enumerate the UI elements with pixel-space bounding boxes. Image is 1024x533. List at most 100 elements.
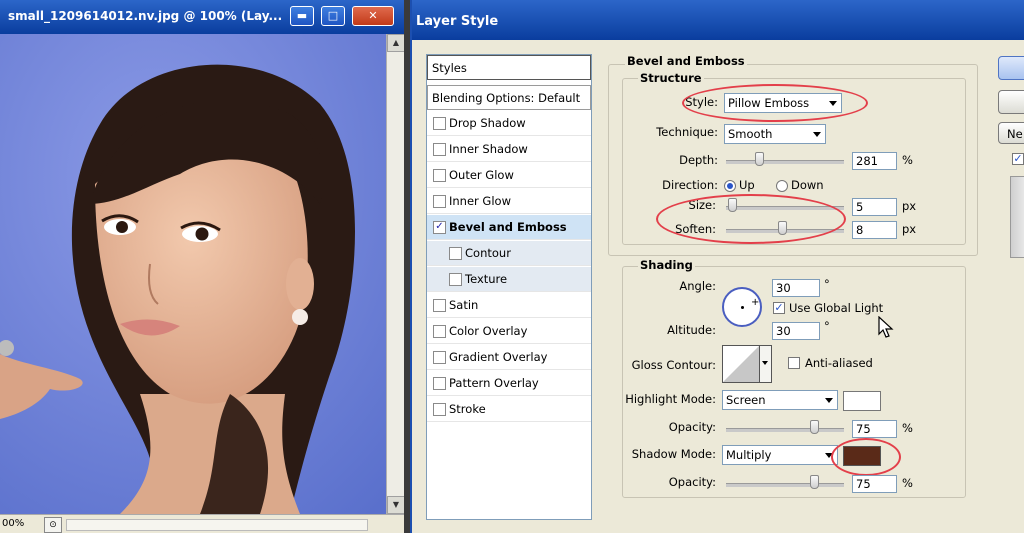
close-button[interactable]: ✕ [352,6,394,26]
horizontal-scrollbar[interactable] [66,519,368,531]
structure-title: Structure [638,71,704,85]
image-canvas[interactable] [0,34,386,514]
bevel-emboss-title: Bevel and Emboss [625,54,747,68]
style-item-texture[interactable]: Texture [427,267,591,292]
style-item-satin[interactable]: Satin [427,293,591,318]
maximize-button[interactable]: □ [321,6,345,26]
minimize-button[interactable]: ▬ [290,6,314,26]
direction-down-label: Down [791,178,824,192]
angle-unit: ° [824,277,830,291]
style-item-label: Stroke [449,402,486,416]
vertical-scrollbar[interactable]: ▲ ▼ [386,34,404,514]
angle-input[interactable]: 30 [772,279,820,297]
cancel-button[interactable] [998,90,1024,114]
style-item-checkbox[interactable] [433,351,446,364]
size-input[interactable]: 5 [852,198,897,216]
soften-slider-thumb[interactable] [778,221,787,235]
depth-slider-track[interactable] [726,160,844,164]
shadow-color-swatch[interactable] [843,446,881,466]
soften-unit: px [902,222,917,236]
shadow-opacity-input[interactable]: 75 [852,475,897,493]
style-item-pattern-overlay[interactable]: Pattern Overlay [427,371,591,396]
shadow-opacity-thumb[interactable] [810,475,819,489]
technique-label: Technique: [656,125,718,139]
gloss-contour-picker[interactable] [722,345,772,383]
technique-dropdown[interactable]: Smooth [724,124,826,144]
status-menu-icon[interactable]: ⊙ [44,517,62,533]
scroll-down-icon[interactable]: ▼ [387,496,404,514]
anti-aliased-label: Anti-aliased [805,356,873,370]
image-window-titlebar[interactable]: small_1209614012.nv.jpg @ 100% (Lay... ▬… [0,0,404,34]
shadow-mode-dropdown[interactable]: Multiply [722,445,838,465]
size-slider-track[interactable] [726,206,844,210]
new-style-button-label: Ne [1007,127,1023,141]
style-item-checkbox[interactable]: ✓ [433,221,446,234]
styles-header-label: Styles [432,61,467,75]
highlight-opacity-track[interactable] [726,428,844,432]
highlight-mode-label: Highlight Mode: [625,392,716,406]
style-item-inner-glow[interactable]: Inner Glow [427,189,591,214]
style-item-label: Texture [465,272,508,286]
chevron-down-icon [762,361,768,365]
style-dropdown[interactable]: Pillow Emboss [724,93,842,113]
style-item-stroke[interactable]: Stroke [427,397,591,422]
angle-dial-center [741,306,744,309]
style-item-color-overlay[interactable]: Color Overlay [427,319,591,344]
style-item-checkbox[interactable] [449,273,462,286]
highlight-opacity-thumb[interactable] [810,420,819,434]
style-item-label: Pattern Overlay [449,376,539,390]
highlight-color-swatch[interactable] [843,391,881,411]
highlight-mode-dropdown[interactable]: Screen [722,390,838,410]
style-item-checkbox[interactable] [433,325,446,338]
soften-label: Soften: [675,222,716,236]
style-item-label: Inner Shadow [449,142,528,156]
zoom-level[interactable]: 00% [2,518,24,529]
style-item-drop-shadow[interactable]: Drop Shadow [427,111,591,136]
preview-checkbox[interactable]: ✓ [1012,153,1024,165]
direction-down-radio[interactable] [776,180,788,192]
depth-input[interactable]: 281 [852,152,897,170]
style-item-label: Gradient Overlay [449,350,548,364]
highlight-opacity-input[interactable]: 75 [852,420,897,438]
soften-input[interactable]: 8 [852,221,897,239]
depth-slider-thumb[interactable] [755,152,764,166]
highlight-mode-value: Screen [726,393,766,407]
depth-label: Depth: [679,153,718,167]
style-item-checkbox[interactable] [433,299,446,312]
style-item-label: Outer Glow [449,168,514,182]
shadow-opacity-track[interactable] [726,483,844,487]
style-item-checkbox[interactable] [433,195,446,208]
depth-unit: % [902,153,913,167]
preview-thumbnail [1010,176,1024,258]
style-item-checkbox[interactable] [433,377,446,390]
style-label: Style: [685,95,718,109]
contour-preview-icon [723,346,759,382]
altitude-input[interactable]: 30 [772,322,820,340]
use-global-light-checkbox[interactable]: ✓ [773,302,785,314]
styles-header[interactable]: Styles [427,55,591,80]
style-item-checkbox[interactable] [449,247,462,260]
gloss-contour-dropdown[interactable] [759,346,771,382]
size-slider-thumb[interactable] [728,198,737,212]
style-item-outer-glow[interactable]: Outer Glow [427,163,591,188]
style-item-bevel-and-emboss[interactable]: ✓ Bevel and Emboss [427,215,591,240]
blending-options-item[interactable]: Blending Options: Default [427,85,591,110]
style-item-contour[interactable]: Contour [427,241,591,266]
anti-aliased-checkbox[interactable] [788,357,800,369]
scroll-up-icon[interactable]: ▲ [387,34,404,52]
style-item-checkbox[interactable] [433,403,446,416]
dialog-titlebar[interactable]: Layer Style [412,0,1024,40]
dialog-title: Layer Style [416,14,499,29]
style-item-checkbox[interactable] [433,117,446,130]
angle-dial[interactable]: + [722,287,762,327]
style-item-checkbox[interactable] [433,143,446,156]
ok-button[interactable] [998,56,1024,80]
style-item-checkbox[interactable] [433,169,446,182]
highlight-opacity-label: Opacity: [668,420,716,434]
style-item-gradient-overlay[interactable]: Gradient Overlay [427,345,591,370]
style-item-inner-shadow[interactable]: Inner Shadow [427,137,591,162]
angle-crosshair-icon: + [751,297,760,308]
size-label: Size: [688,198,716,212]
new-style-button[interactable]: Ne [998,122,1024,144]
direction-up-radio[interactable] [724,180,736,192]
